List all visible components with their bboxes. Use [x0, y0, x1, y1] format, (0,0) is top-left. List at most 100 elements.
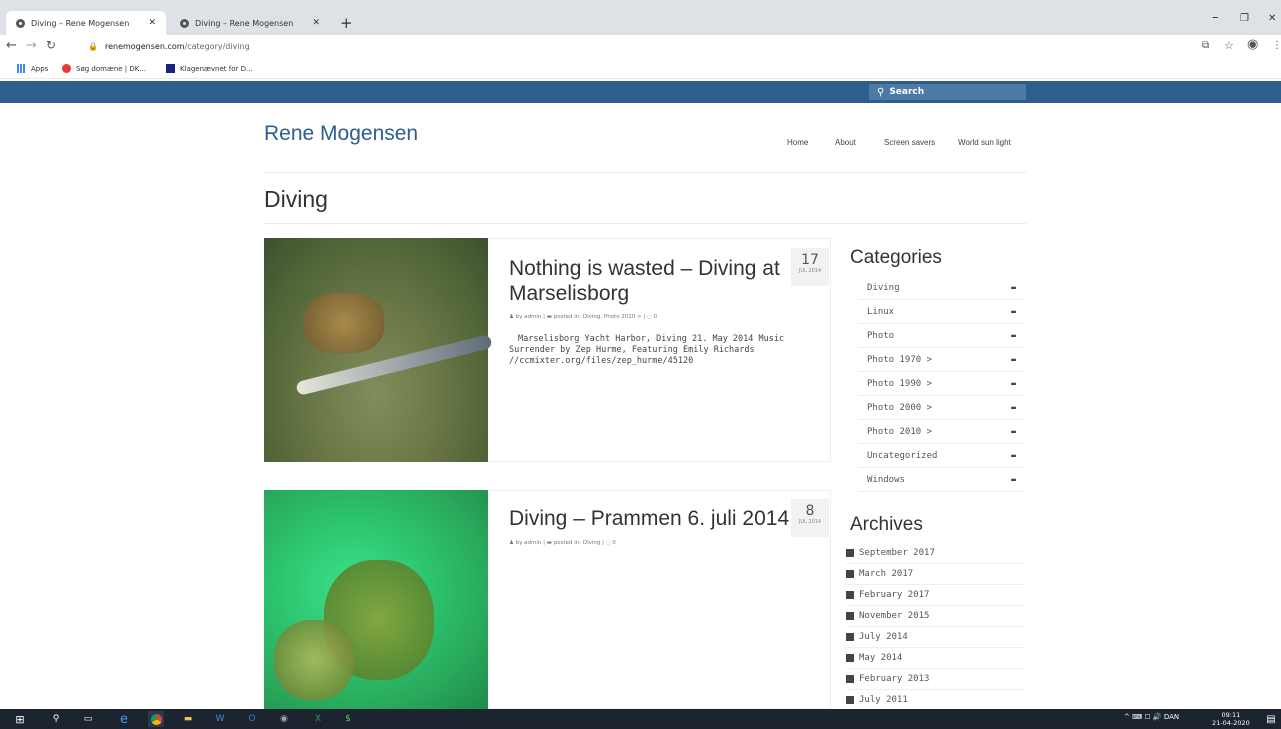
url-path: /category/diving	[184, 42, 250, 51]
page-title: Diving	[264, 186, 328, 212]
post-title[interactable]: Diving – Prammen 6. juli 2014	[509, 506, 794, 531]
calendar-icon	[846, 654, 854, 662]
chrome-icon[interactable]	[148, 711, 164, 727]
archive-item[interactable]: November 2015	[846, 606, 1024, 627]
bookmark-klagenaevnet[interactable]: Klagenævnet for D...	[166, 64, 253, 73]
divider	[264, 172, 1026, 173]
category-item[interactable]: Photo ▬	[858, 324, 1024, 348]
calendar-icon	[846, 696, 854, 704]
close-icon[interactable]: ✕	[148, 18, 156, 28]
seaweed-shape	[274, 620, 354, 700]
close-icon[interactable]: ✕	[312, 18, 320, 28]
category-item[interactable]: Photo 1970 > ▬	[858, 348, 1024, 372]
calendar-icon	[846, 549, 854, 557]
translate-icon[interactable]: ⧉	[1202, 40, 1209, 51]
tab-title: Diving – Rene Mogensen	[195, 18, 294, 28]
folder-icon: ▬	[1011, 379, 1016, 388]
crab-shape	[304, 293, 384, 353]
archive-item[interactable]: July 2014	[846, 627, 1024, 648]
divider	[264, 223, 1026, 224]
back-icon[interactable]: ←	[6, 38, 17, 53]
calendar-icon	[846, 612, 854, 620]
maximize-button[interactable]: ❐	[1240, 13, 1249, 24]
notifications-icon[interactable]: ▤	[1263, 711, 1279, 727]
tab-active[interactable]: Diving – Rene Mogensen ✕	[6, 11, 166, 35]
archive-item[interactable]: July 2011	[846, 690, 1024, 711]
menu-screen-savers[interactable]: Screen savers	[884, 138, 935, 147]
outlook-icon[interactable]: O	[244, 711, 260, 727]
search-icon: ⚲	[877, 86, 885, 98]
menu-home[interactable]: Home	[787, 138, 808, 147]
category-item[interactable]: Uncategorized ▬	[858, 444, 1024, 468]
user-icon: ♟	[509, 540, 516, 546]
globe-icon	[180, 18, 189, 28]
new-tab-button[interactable]: +	[340, 14, 353, 32]
post-title[interactable]: Nothing is wasted – Diving at Marselisbo…	[509, 256, 789, 306]
folder-icon: ▬	[1011, 403, 1016, 412]
folder-icon: ▬	[1011, 307, 1016, 316]
search-icon[interactable]: ⚲	[48, 711, 64, 727]
excel-icon[interactable]: X	[310, 711, 326, 727]
url-field[interactable]: 🔒 renemogensen.com/category/diving	[88, 42, 250, 51]
reload-icon[interactable]: ↻	[46, 38, 56, 52]
app-icon[interactable]: ◉	[276, 711, 292, 727]
category-item[interactable]: Linux ▬	[858, 300, 1024, 324]
calendar-icon	[846, 570, 854, 578]
site-title[interactable]: Rene Mogensen	[264, 122, 418, 146]
archive-item[interactable]: September 2017	[846, 543, 1024, 564]
menu-world-sun-light[interactable]: World sun light	[958, 138, 1011, 147]
calendar-icon	[846, 675, 854, 683]
klagenaevnet-icon	[166, 64, 175, 73]
archive-item[interactable]: May 2014	[846, 648, 1024, 669]
star-icon[interactable]: ☆	[1224, 39, 1234, 52]
url-domain: renemogensen.com	[104, 42, 185, 51]
user-icon: ♟	[509, 314, 516, 320]
post-excerpt: Marselisborg Yacht Harbor, Diving 21. Ma…	[509, 334, 785, 366]
site-top-bar	[0, 81, 1281, 103]
post-meta: ♟ by admin | ▬ posted in: Diving, Photo …	[509, 314, 658, 320]
windows-start-icon[interactable]: ⊞	[12, 711, 28, 727]
archive-item[interactable]: February 2013	[846, 669, 1024, 690]
folder-icon: ▬	[546, 314, 554, 320]
search-input[interactable]: ⚲ Search	[869, 84, 1026, 100]
post-thumbnail[interactable]	[264, 238, 493, 462]
post-meta: ♟ by admin | ▬ posted in: Diving | ◌ 0	[509, 540, 616, 546]
menu-icon[interactable]: ⋮	[1272, 40, 1281, 51]
edge-icon[interactable]: e	[116, 711, 132, 727]
category-item[interactable]: Photo 1990 > ▬	[858, 372, 1024, 396]
minimize-button[interactable]: –	[1212, 10, 1219, 25]
dk-hostmaster-icon	[62, 64, 71, 73]
archive-item[interactable]: March 2017	[846, 564, 1024, 585]
category-item[interactable]: Diving ▬	[858, 276, 1024, 300]
tab-title: Diving – Rene Mogensen	[31, 18, 130, 28]
forward-icon[interactable]: →	[26, 38, 37, 53]
apps-grid-icon	[17, 64, 26, 73]
app-icon[interactable]: $	[340, 711, 356, 727]
folder-icon: ▬	[1011, 427, 1016, 436]
category-item[interactable]: Photo 2010 > ▬	[858, 420, 1024, 444]
close-window-button[interactable]: ✕	[1268, 13, 1276, 24]
profile-icon[interactable]: ◉	[1247, 37, 1258, 52]
archive-item[interactable]: February 2017	[846, 585, 1024, 606]
bookmark-apps[interactable]: Apps	[17, 64, 48, 73]
post-thumbnail[interactable]	[264, 490, 488, 709]
folder-icon: ▬	[1011, 475, 1016, 484]
clock[interactable]: 09:11 21-04-2020	[1212, 711, 1250, 727]
date-badge: 17 JUL 2014	[791, 248, 829, 286]
bookmark-dk[interactable]: Søg domæne | DK...	[62, 64, 146, 73]
category-item[interactable]: Windows ▬	[858, 468, 1024, 492]
tab-inactive[interactable]: Diving – Rene Mogensen ✕	[170, 11, 330, 35]
globe-icon	[16, 18, 25, 28]
date-badge: 8 JUL 2014	[791, 499, 829, 537]
system-tray[interactable]: ^ ⌨ ☐ 🔊 DAN	[1124, 713, 1179, 721]
file-explorer-icon[interactable]: ▬	[180, 711, 196, 727]
folder-icon: ▬	[1011, 355, 1016, 364]
menu-about[interactable]: About	[835, 138, 856, 147]
calendar-icon	[846, 591, 854, 599]
categories-heading: Categories	[850, 247, 942, 268]
calendar-icon	[846, 633, 854, 641]
category-item[interactable]: Photo 2000 > ▬	[858, 396, 1024, 420]
folder-icon: ▬	[1011, 283, 1016, 292]
word-icon[interactable]: W	[212, 711, 228, 727]
task-view-icon[interactable]: ▭	[80, 711, 96, 727]
